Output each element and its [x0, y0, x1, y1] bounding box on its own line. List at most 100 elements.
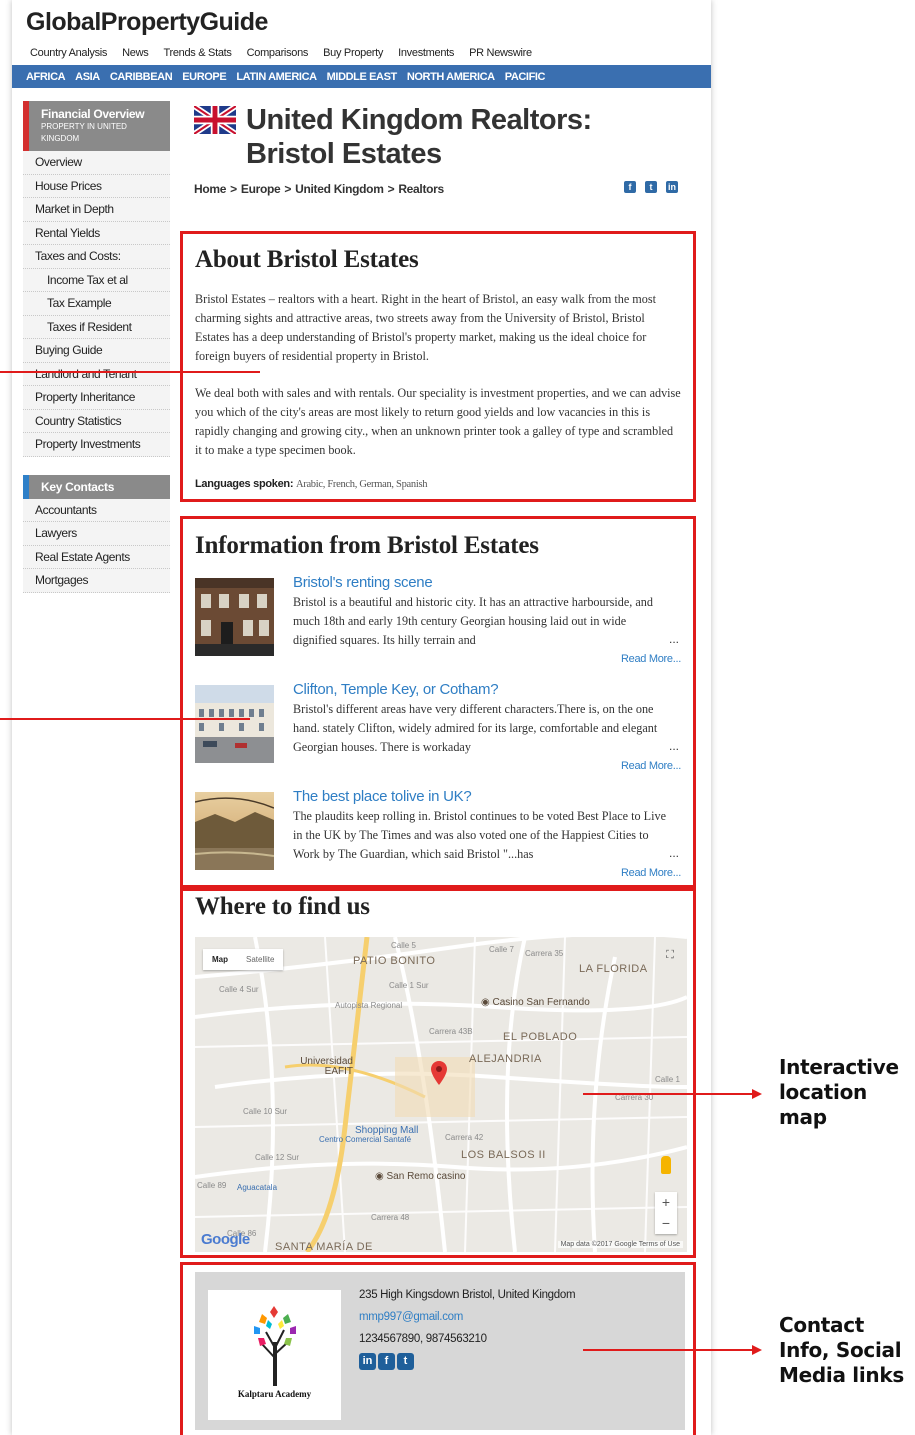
linkedin-icon[interactable]: in [359, 1353, 376, 1370]
annotation-line [0, 371, 260, 373]
contact-email-link[interactable]: mmp997@gmail.com [359, 1311, 463, 1323]
nav-pr-newswire[interactable]: PR Newswire [469, 47, 532, 59]
pegman-icon[interactable] [661, 1156, 671, 1174]
sidebar-item-buying-guide[interactable]: Buying Guide [23, 339, 170, 363]
map-area-label: LA FLORIDA [579, 963, 648, 975]
nav-buy-property[interactable]: Buy Property [323, 47, 383, 59]
map-attribution[interactable]: Map data ©2017 Google Terms of Use [557, 1241, 683, 1248]
facebook-icon[interactable]: f [624, 181, 636, 193]
article-text: The plaudits keep rolling in. Bristol co… [293, 809, 667, 861]
map-street-label: Carrera 42 [445, 1133, 484, 1142]
sidebar-item-income-tax[interactable]: Income Tax et al [23, 268, 170, 292]
map-street-label: Calle 4 Sur [219, 985, 259, 994]
sidebar-item-rental-yields[interactable]: Rental Yields [23, 221, 170, 245]
breadcrumb-sep: > [230, 182, 237, 196]
company-logo: Kalptaru Academy [208, 1290, 341, 1420]
nav-country-analysis[interactable]: Country Analysis [30, 47, 107, 59]
page-title: United Kingdom Realtors: Bristol Estates [246, 104, 592, 170]
map-type-satellite[interactable]: Satellite [237, 949, 283, 970]
sidebar-item-accountants[interactable]: Accountants [23, 498, 170, 522]
twitter-icon[interactable]: t [397, 1353, 414, 1370]
languages-label: Languages spoken: [195, 478, 294, 490]
region-europe[interactable]: EUROPE [182, 71, 226, 83]
nav-news[interactable]: News [122, 47, 149, 59]
map-street-label: Autopista Regional [335, 1001, 403, 1010]
read-more-link[interactable]: Read More... [621, 653, 681, 665]
sidebar-item-house-prices[interactable]: House Prices [23, 174, 170, 198]
article-title[interactable]: Clifton, Temple Key, or Cotham? [293, 681, 499, 698]
region-pacific[interactable]: PACIFIC [505, 71, 546, 83]
breadcrumb-europe[interactable]: Europe [241, 182, 281, 196]
read-more-link[interactable]: Read More... [621, 760, 681, 772]
sidebar-item-lawyers[interactable]: Lawyers [23, 522, 170, 546]
map-street-label: Calle 89 [197, 1181, 227, 1190]
article-title[interactable]: Bristol's renting scene [293, 574, 433, 591]
breadcrumb-realtors[interactable]: Realtors [398, 182, 444, 196]
sidebar-financial-title: Financial Overview [41, 107, 145, 121]
article-thumbnail[interactable] [195, 792, 274, 870]
zoom-in-button[interactable]: + [655, 1192, 677, 1213]
breadcrumb-sep: > [284, 182, 292, 196]
sidebar-item-tax-example[interactable]: Tax Example [23, 292, 170, 316]
nav-trends-stats[interactable]: Trends & Stats [163, 47, 231, 59]
location-map[interactable]: Map Satellite ⛶ PATIO BONITO LA FLORIDA … [195, 937, 687, 1252]
map-poi: ◉ Casino San Fernando [481, 997, 590, 1008]
sidebar-key-contacts-header[interactable]: Key Contacts [23, 474, 170, 499]
twitter-icon[interactable]: t [645, 181, 657, 193]
sidebar-item-overview[interactable]: Overview [23, 151, 170, 175]
linkedin-icon[interactable]: in [666, 181, 678, 193]
zoom-control: + − [655, 1192, 677, 1234]
nav-investments[interactable]: Investments [398, 47, 454, 59]
region-africa[interactable]: AFRICA [26, 71, 66, 83]
map-poi-label: Universidad EAFIT [300, 1056, 353, 1077]
location-section: Where to find us Map Satellite ⛶ PATIO B… [180, 888, 696, 1258]
sidebar-financial-header[interactable]: Financial Overview PROPERTY IN UNITED KI… [23, 101, 170, 151]
breadcrumb-united-kingdom[interactable]: United Kingdom [295, 182, 384, 196]
annotation-map-label: Interactive location map [779, 1055, 899, 1129]
contact-card: Kalptaru Academy 235 High Kingsdown Bris… [195, 1272, 685, 1430]
sidebar-item-taxes-and-costs[interactable]: Taxes and Costs: [23, 245, 170, 269]
article-text: Bristol is a beautiful and historic city… [293, 595, 653, 647]
sidebar-item-market-in-depth[interactable]: Market in Depth [23, 198, 170, 222]
map-area-label: PATIO BONITO [353, 955, 436, 967]
region-latin-america[interactable]: LATIN AMERICA [236, 71, 317, 83]
breadcrumb: Home > Europe > United Kingdom > Realtor… [194, 182, 444, 196]
region-caribbean[interactable]: CARIBBEAN [110, 71, 173, 83]
site-logo[interactable]: GlobalPropertyGuide [26, 8, 268, 37]
sidebar-item-landlord-tenant[interactable]: Landlord and Tenant [23, 362, 170, 386]
region-asia[interactable]: ASIA [75, 71, 100, 83]
sidebar-item-property-inheritance[interactable]: Property Inheritance [23, 386, 170, 410]
zoom-out-button[interactable]: − [655, 1213, 677, 1234]
region-north-america[interactable]: NORTH AMERICA [407, 71, 495, 83]
article-title[interactable]: The best place tolive in UK? [293, 788, 472, 805]
article-ellipsis: ... [669, 846, 680, 860]
article-thumbnail[interactable] [195, 578, 274, 656]
information-heading: Information from Bristol Estates [195, 532, 539, 559]
languages-value: Arabic, French, German, Spanish [295, 479, 428, 490]
sidebar-item-mortgages[interactable]: Mortgages [23, 569, 170, 593]
map-marker-icon[interactable] [431, 1061, 447, 1085]
company-logo-text: Kalptaru Academy [237, 1389, 312, 1399]
about-section: About Bristol Estates Bristol Estates – … [180, 231, 696, 502]
breadcrumb-home[interactable]: Home [194, 182, 226, 196]
facebook-icon[interactable]: f [378, 1353, 395, 1370]
sidebar-item-country-statistics[interactable]: Country Statistics [23, 409, 170, 433]
sidebar-item-property-investments[interactable]: Property Investments [23, 433, 170, 457]
contact-social-links: in f t [359, 1353, 414, 1370]
map-area-label: LOS BALSOS II [461, 1149, 546, 1161]
information-section: Information from Bristol Estates Bristol… [180, 516, 696, 888]
annotation-line [0, 718, 250, 720]
read-more-link[interactable]: Read More... [621, 867, 681, 879]
fullscreen-icon[interactable]: ⛶ [663, 949, 677, 963]
article-thumbnail[interactable] [195, 685, 274, 763]
map-type-map[interactable]: Map [203, 949, 237, 970]
map-poi: Centro Comercial Santafé [319, 1135, 411, 1144]
sidebar-item-real-estate-agents[interactable]: Real Estate Agents [23, 545, 170, 569]
map-street-label: Calle 7 [489, 945, 514, 954]
share-icons: f t in [624, 181, 678, 193]
article-item: Bristol's renting scene Bristol is a bea… [195, 574, 681, 685]
sidebar-item-taxes-if-resident[interactable]: Taxes if Resident [23, 315, 170, 339]
region-middle-east[interactable]: MIDDLE EAST [327, 71, 398, 83]
map-street-label: Calle 1 Sur [389, 981, 429, 990]
nav-comparisons[interactable]: Comparisons [247, 47, 309, 59]
